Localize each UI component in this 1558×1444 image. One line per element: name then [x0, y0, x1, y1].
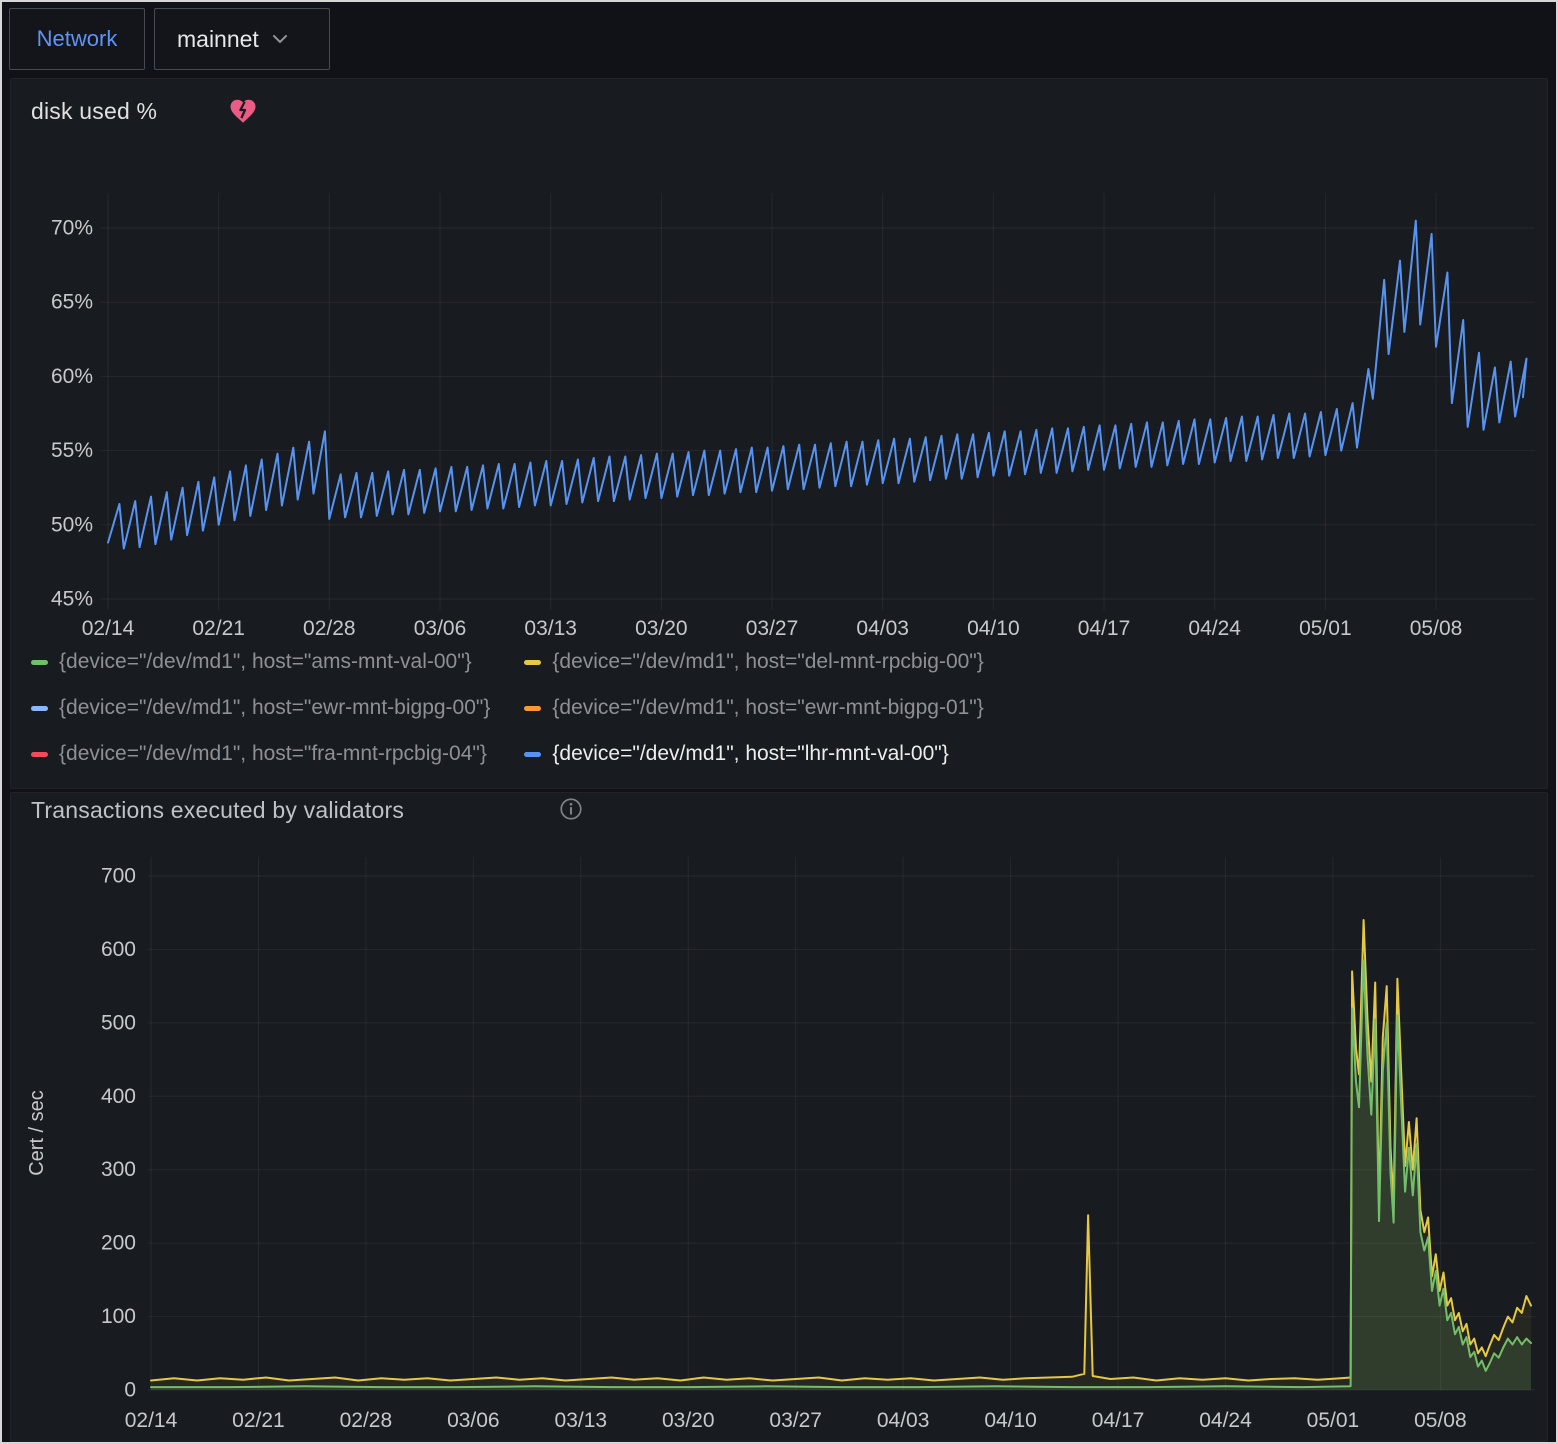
legend-color-chip [524, 660, 541, 665]
legend-label: {device="/dev/md1", host="ewr-mnt-bigpg-… [59, 695, 490, 721]
y-tick-label: 700 [101, 864, 136, 887]
x-tick-label: 05/08 [1410, 617, 1463, 640]
x-tick-label: 03/20 [662, 1409, 715, 1432]
x-tick-label: 02/14 [82, 617, 135, 640]
series-line [151, 960, 1531, 1387]
x-tick-label: 03/27 [769, 1409, 822, 1432]
legend-color-chip [524, 752, 541, 757]
x-tick-label: 03/20 [635, 617, 688, 640]
legend-color-chip [31, 660, 48, 665]
chevron-down-icon [273, 35, 287, 44]
legend-label: {device="/dev/md1", host="ams-mnt-val-00… [59, 649, 472, 675]
y-tick-label: 300 [101, 1158, 136, 1181]
series-line [151, 920, 1531, 1381]
legend-item[interactable]: {device="/dev/md1", host="ams-mnt-val-00… [31, 649, 490, 675]
x-tick-label: 04/10 [967, 617, 1020, 640]
network-value-text: mainnet [177, 26, 259, 53]
y-tick-label: 45% [51, 588, 93, 611]
y-tick-label: 70% [51, 217, 93, 240]
x-tick-label: 04/24 [1188, 617, 1241, 640]
y-tick-label: 55% [51, 439, 93, 462]
legend-color-chip [31, 752, 48, 757]
x-tick-label: 04/03 [877, 1409, 930, 1432]
legend-label: {device="/dev/md1", host="del-mnt-rpcbig… [552, 649, 983, 675]
x-tick-label: 02/28 [303, 617, 356, 640]
network-label-text: Network [37, 26, 118, 52]
y-tick-label: 60% [51, 365, 93, 388]
y-tick-label: 600 [101, 938, 136, 961]
legend-item[interactable]: {device="/dev/md1", host="fra-mnt-rpcbig… [31, 741, 490, 767]
x-tick-label: 05/08 [1414, 1409, 1467, 1432]
axis-labels: 45% 50% 55% 60% 65% 70% 02/14 02/21 02/28 03/06 03… [51, 217, 1462, 641]
gridlines [148, 857, 1535, 1390]
x-tick-label: 05/01 [1299, 617, 1352, 640]
gridlines [100, 193, 1535, 610]
x-tick-label: 03/27 [746, 617, 799, 640]
legend-item[interactable]: {device="/dev/md1", host="del-mnt-rpcbig… [524, 649, 983, 675]
x-tick-label: 04/03 [856, 617, 909, 640]
network-variable-label: Network [9, 8, 145, 70]
x-tick-label: 03/06 [447, 1409, 500, 1432]
x-tick-label: 03/06 [414, 617, 467, 640]
y-tick-label: 65% [51, 291, 93, 314]
legend-item[interactable]: {device="/dev/md1", host="lhr-mnt-val-00… [524, 741, 983, 767]
legend-color-chip [31, 706, 48, 711]
legend-label: {device="/dev/md1", host="fra-mnt-rpcbig… [59, 741, 487, 767]
dashboard-variable-bar: Network mainnet [0, 0, 1558, 78]
legend-label: {device="/dev/md1", host="lhr-mnt-val-00… [552, 741, 948, 767]
x-tick-label: 03/13 [524, 617, 577, 640]
x-tick-label: 04/17 [1078, 617, 1131, 640]
x-tick-label: 04/24 [1199, 1409, 1252, 1432]
x-tick-label: 02/21 [192, 617, 245, 640]
transactions-chart[interactable]: 0 100 200 300 400 500 600 700 02/14 02/21 02/28 03/… [11, 793, 1547, 1441]
y-tick-label: 400 [101, 1085, 136, 1108]
disk-chart-legend: {device="/dev/md1", host="ams-mnt-val-00… [31, 649, 1531, 767]
network-variable-dropdown[interactable]: mainnet [154, 8, 330, 70]
y-tick-label: 500 [101, 1011, 136, 1034]
disk-used-chart[interactable]: 45% 50% 55% 60% 65% 70% 02/14 02/21 02/28 03/06 03… [11, 79, 1547, 645]
x-tick-label: 02/28 [340, 1409, 393, 1432]
x-tick-label: 02/21 [232, 1409, 285, 1432]
series-fill [151, 960, 1531, 1390]
legend-item[interactable]: {device="/dev/md1", host="ewr-mnt-bigpg-… [31, 695, 490, 721]
series-fill [151, 920, 1531, 1390]
legend-label: {device="/dev/md1", host="ewr-mnt-bigpg-… [552, 695, 983, 721]
legend-item[interactable]: {device="/dev/md1", host="ewr-mnt-bigpg-… [524, 695, 983, 721]
x-tick-label: 02/14 [125, 1409, 178, 1432]
x-tick-label: 04/17 [1092, 1409, 1145, 1432]
y-tick-label: 50% [51, 513, 93, 536]
y-tick-label: 200 [101, 1232, 136, 1255]
legend-color-chip [524, 706, 541, 711]
y-tick-label: 0 [124, 1379, 136, 1402]
x-tick-label: 05/01 [1307, 1409, 1360, 1432]
transactions-panel: Transactions executed by validators 0100… [10, 792, 1548, 1442]
x-tick-label: 04/10 [984, 1409, 1037, 1432]
y-axis-title: Cert / sec [26, 1090, 48, 1176]
y-tick-label: 100 [101, 1305, 136, 1328]
x-tick-label: 03/13 [555, 1409, 608, 1432]
disk-used-panel: disk used % 45%50%55%60%65%70%02/1402/21… [10, 78, 1548, 789]
series-line [108, 221, 1527, 549]
